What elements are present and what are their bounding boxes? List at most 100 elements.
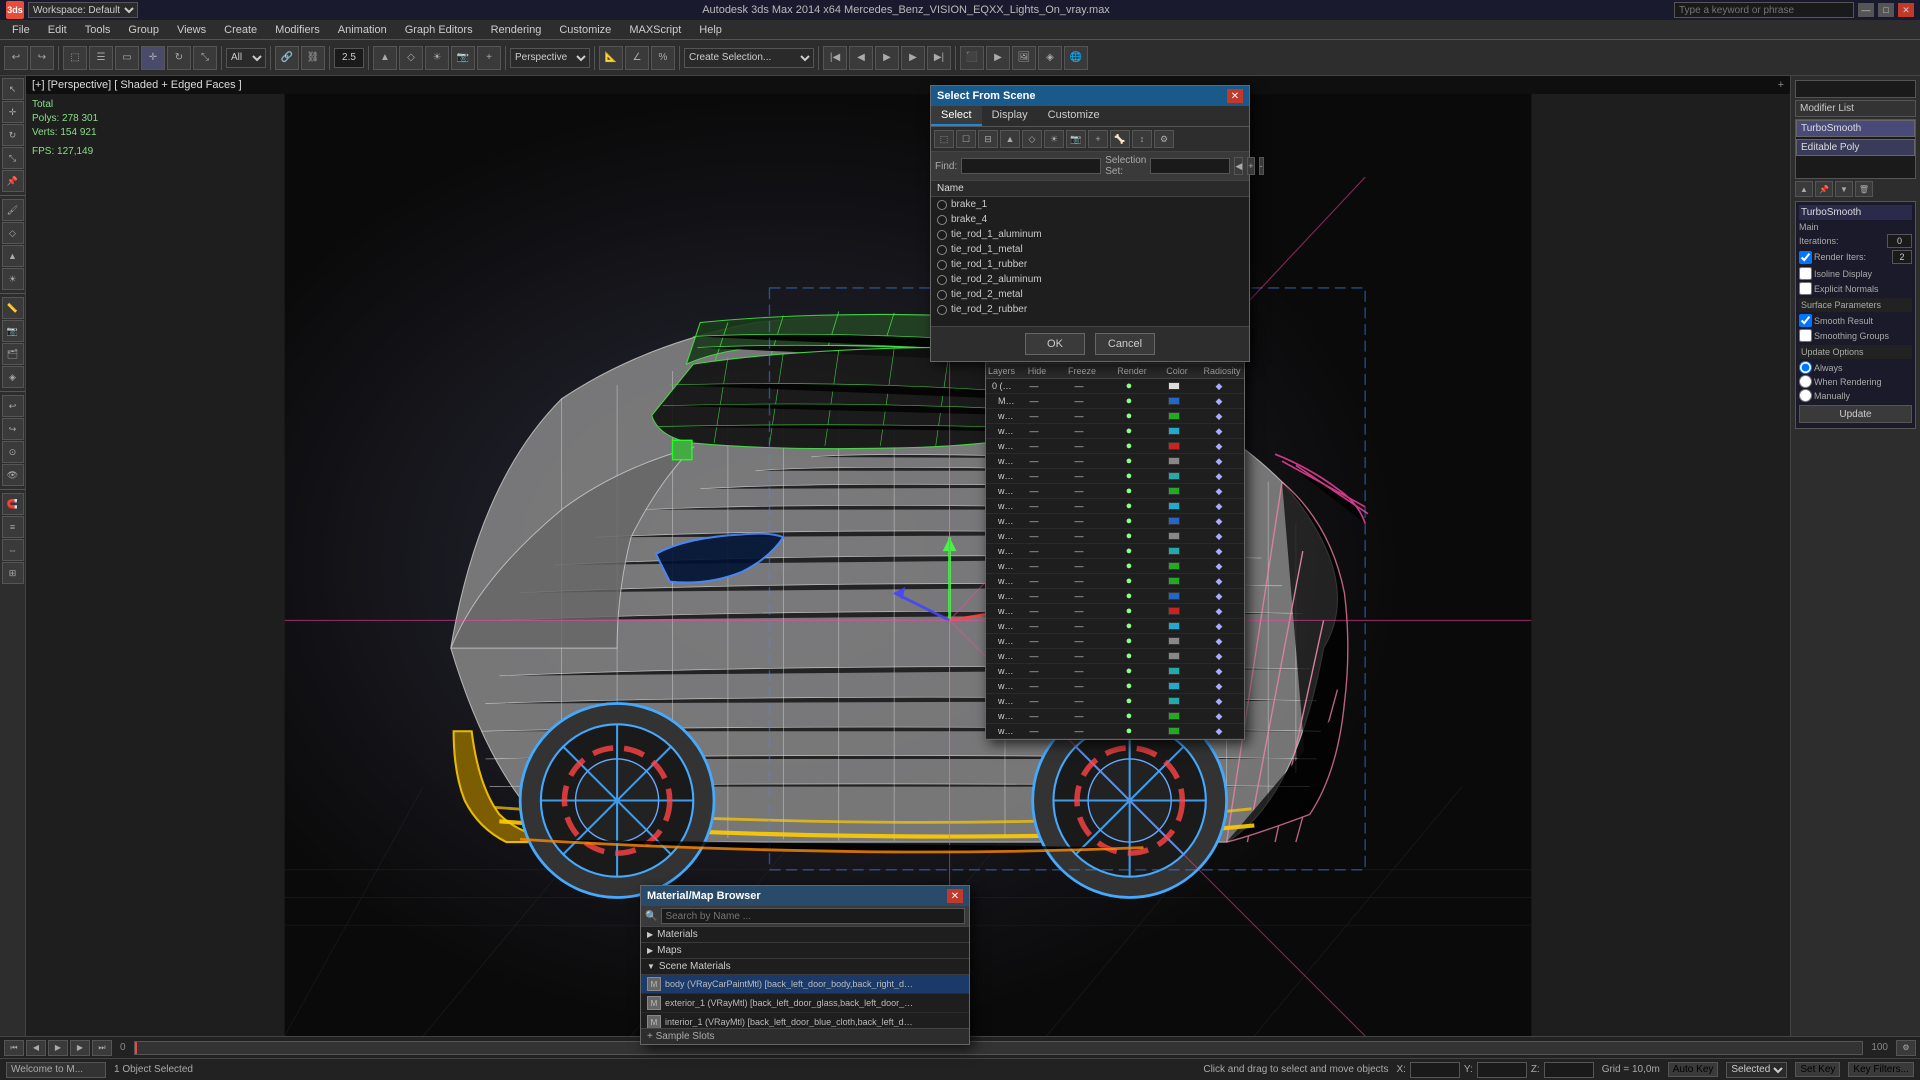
layer-color[interactable]	[1154, 652, 1194, 660]
customize-tab[interactable]: Customize	[1038, 106, 1110, 126]
ss-none-button[interactable]: ☐	[956, 130, 976, 148]
ss-options-button[interactable]: ⚙	[1154, 130, 1174, 148]
layer-render[interactable]: ●	[1104, 545, 1154, 557]
layer-color[interactable]	[1154, 607, 1194, 615]
menu-group[interactable]: Group	[120, 22, 167, 38]
layer-hide[interactable]: —	[1014, 666, 1054, 676]
layer-render[interactable]: ●	[1104, 635, 1154, 647]
layer-color[interactable]	[1154, 412, 1194, 420]
layer-render[interactable]: ●	[1104, 425, 1154, 437]
material-browser-close-button[interactable]: ✕	[947, 889, 963, 903]
anim-prev-frame[interactable]: ◀	[26, 1040, 46, 1056]
layer-color[interactable]	[1154, 487, 1194, 495]
workspace-selector[interactable]: Workspace: Default	[28, 2, 138, 18]
layer-render[interactable]: ●	[1104, 470, 1154, 482]
layer-row[interactable]: wheel_4_logo... — — ● ◆	[986, 619, 1244, 634]
set-key-button[interactable]: Set Key	[1795, 1062, 1840, 1077]
select-by-name-button[interactable]: ☰	[89, 46, 113, 70]
layer-color[interactable]	[1154, 502, 1194, 510]
layer-render[interactable]: ●	[1104, 575, 1154, 587]
rotate-button[interactable]: ↻	[167, 46, 191, 70]
lt-camera[interactable]: 📷	[2, 320, 24, 342]
next-key-button[interactable]: ▶|	[927, 46, 951, 70]
layer-hide[interactable]: —	[1014, 561, 1054, 571]
layer-freeze[interactable]: —	[1054, 516, 1104, 526]
layer-hide[interactable]: —	[1014, 501, 1054, 511]
search-input[interactable]	[1674, 2, 1854, 18]
ts-manually-radio[interactable]	[1799, 389, 1812, 402]
minimize-button[interactable]: —	[1858, 3, 1874, 17]
layer-render[interactable]: ●	[1104, 485, 1154, 497]
layer-hide[interactable]: —	[1014, 591, 1054, 601]
layer-color[interactable]	[1154, 382, 1194, 390]
lt-layer[interactable]: 🗂	[2, 343, 24, 365]
list-item[interactable]: tie_rod_2_rubber	[931, 302, 1249, 317]
modifier-delete[interactable]: 🗑	[1855, 181, 1873, 197]
select-tab[interactable]: Select	[931, 106, 982, 126]
menu-help[interactable]: Help	[691, 22, 730, 38]
layer-row[interactable]: wheel_1_logo... — — ● ◆	[986, 424, 1244, 439]
layer-render[interactable]: ●	[1104, 560, 1154, 572]
lt-shapes[interactable]: ◇	[2, 222, 24, 244]
editable-poly-modifier[interactable]: Editable Poly	[1796, 139, 1915, 156]
layer-render[interactable]: ●	[1104, 410, 1154, 422]
scene-materials-section[interactable]: Scene Materials	[641, 959, 969, 975]
close-button[interactable]: ✕	[1898, 3, 1914, 17]
scene-object-list[interactable]: brake_1 brake_4 tie_rod_1_aluminum tie_r…	[931, 197, 1249, 327]
ss-geo-button[interactable]: ▲	[1000, 130, 1020, 148]
material-search-input[interactable]	[661, 908, 965, 924]
play-button[interactable]: ▶	[875, 46, 899, 70]
mb-item-body[interactable]: M body (VRayCarPaintMtl) [back_left_door…	[641, 975, 969, 994]
layer-color[interactable]	[1154, 562, 1194, 570]
layer-row[interactable]: wheel_1_reflect... — — ● ◆	[986, 499, 1244, 514]
layer-row[interactable]: wheel_4_plastic... — — ● ◆	[986, 664, 1244, 679]
layer-color[interactable]	[1154, 532, 1194, 540]
render-env-button[interactable]: 🌐	[1064, 46, 1088, 70]
layer-row[interactable]: wheel_1_brake... — — ● ◆	[986, 439, 1244, 454]
layer-row[interactable]: wheel_4_reflect... — — ● ◆	[986, 679, 1244, 694]
layer-color[interactable]	[1154, 547, 1194, 555]
lights-button[interactable]: ☀	[425, 46, 449, 70]
ss-sort-button[interactable]: ↕	[1132, 130, 1152, 148]
undo-button[interactable]: ↩	[4, 46, 28, 70]
layer-hide[interactable]: —	[1014, 411, 1054, 421]
ss-select-btn[interactable]: ◀	[1234, 157, 1243, 175]
ts-render-iters-check[interactable]	[1799, 251, 1812, 264]
list-item[interactable]: tie_rod_1_metal	[931, 242, 1249, 257]
layer-freeze[interactable]: —	[1054, 621, 1104, 631]
layer-freeze[interactable]: —	[1054, 531, 1104, 541]
layer-hide[interactable]: —	[1014, 471, 1054, 481]
layer-hide[interactable]: —	[1014, 426, 1054, 436]
layer-render[interactable]: ●	[1104, 620, 1154, 632]
layer-row[interactable]: wheel_1_metal... — — ● ◆	[986, 529, 1244, 544]
lt-rotate[interactable]: ↻	[2, 124, 24, 146]
layer-hide[interactable]: —	[1014, 636, 1054, 646]
layer-freeze[interactable]: —	[1054, 411, 1104, 421]
layer-freeze[interactable]: —	[1054, 591, 1104, 601]
modifier-pin[interactable]: 📌	[1815, 181, 1833, 197]
layer-freeze[interactable]: —	[1054, 636, 1104, 646]
anim-next-frame[interactable]: ▶	[70, 1040, 90, 1056]
layer-color[interactable]	[1154, 637, 1194, 645]
turbosmooth-modifier[interactable]: TurboSmooth	[1796, 120, 1915, 137]
rect-select-button[interactable]: ▭	[115, 46, 139, 70]
layer-color[interactable]	[1154, 727, 1194, 735]
layer-hide[interactable]: —	[1014, 681, 1054, 691]
layer-row[interactable]: wheel_4 — — ● ◆	[986, 724, 1244, 739]
scale-button[interactable]: ⤡	[193, 46, 217, 70]
menu-animation[interactable]: Animation	[330, 22, 395, 38]
layer-render[interactable]: ●	[1104, 455, 1154, 467]
layer-render[interactable]: ●	[1104, 515, 1154, 527]
layer-hide[interactable]: —	[1014, 711, 1054, 721]
layer-freeze[interactable]: —	[1054, 486, 1104, 496]
lt-scale[interactable]: ⤡	[2, 147, 24, 169]
layer-freeze[interactable]: —	[1054, 456, 1104, 466]
ss-remove-btn[interactable]: -	[1259, 157, 1264, 175]
material-editor-button[interactable]: ◈	[1038, 46, 1062, 70]
coord-y-input[interactable]	[1477, 1062, 1527, 1078]
layer-row[interactable]: wheel_1_black_r... — — ● ◆	[986, 484, 1244, 499]
layer-color[interactable]	[1154, 442, 1194, 450]
coord-z-input[interactable]	[1544, 1062, 1594, 1078]
layer-freeze[interactable]: —	[1054, 711, 1104, 721]
menu-customize[interactable]: Customize	[551, 22, 619, 38]
